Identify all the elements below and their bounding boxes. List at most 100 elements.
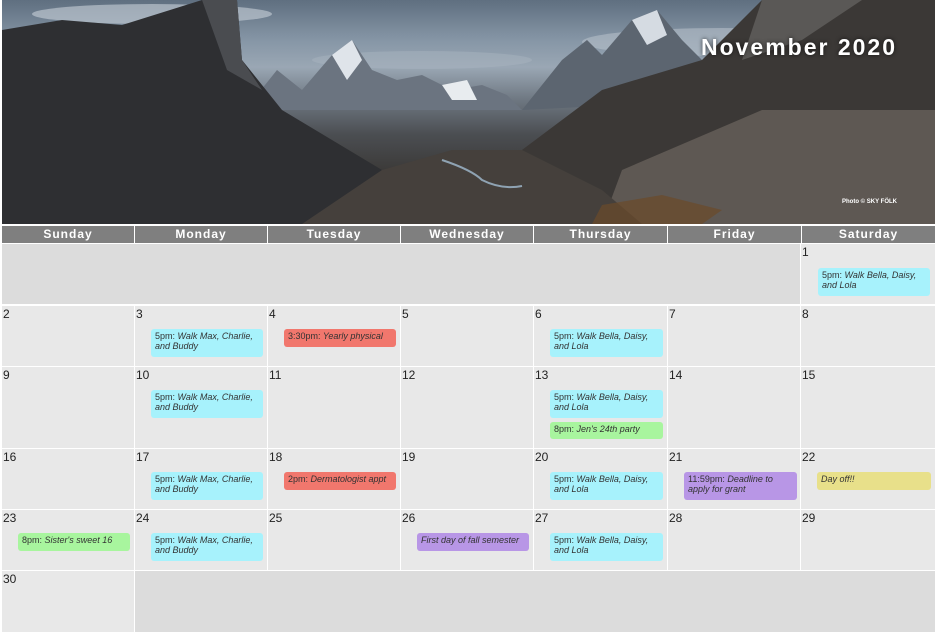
event-title: Sister's sweet 16	[42, 535, 113, 545]
day-cell[interactable]: 6 5pm: Walk Bella, Daisy, and Lola	[534, 306, 667, 366]
event-time: 8pm:	[22, 535, 43, 545]
day-cell[interactable]: 2	[2, 306, 134, 366]
event-title: Dermatologist appt	[308, 474, 387, 484]
event-time: 5pm:	[554, 392, 575, 402]
day-number: 3	[136, 307, 143, 321]
day-cell[interactable]: 22 Day off!!	[801, 449, 935, 509]
day-number: 15	[802, 368, 816, 382]
day-cell[interactable]: 19	[401, 449, 533, 509]
event-title: Jen's 24th party	[574, 424, 640, 434]
day-cell[interactable]: 27 5pm: Walk Bella, Daisy, and Lola	[534, 510, 667, 570]
event-chip[interactable]: 5pm: Walk Bella, Daisy, and Lola	[550, 472, 663, 500]
weekday-header-row: Sunday Monday Tuesday Wednesday Thursday…	[2, 226, 935, 243]
event-time: 5pm:	[554, 535, 575, 545]
event-chip[interactable]: 8pm: Jen's 24th party	[550, 422, 663, 439]
day-cell[interactable]: 28	[668, 510, 800, 570]
day-number: 2	[3, 307, 10, 321]
day-number: 14	[669, 368, 683, 382]
weekday-saturday: Saturday	[802, 226, 935, 243]
day-number: 13	[535, 368, 549, 382]
day-cell[interactable]: 12	[401, 367, 533, 448]
day-cell[interactable]: 21 11:59pm: Deadline to apply for grant	[668, 449, 800, 509]
empty-days-area	[135, 571, 935, 632]
month-title: November 2020	[700, 34, 897, 60]
day-number: 11	[269, 368, 282, 382]
event-time: 11:59pm:	[688, 474, 725, 484]
day-cell[interactable]: 29	[801, 510, 935, 570]
day-number: 28	[669, 511, 683, 525]
day-cell[interactable]: 25	[268, 510, 400, 570]
weekday-wednesday: Wednesday	[401, 226, 533, 243]
weekday-thursday: Thursday	[534, 226, 667, 243]
event-chip[interactable]: 5pm: Walk Max, Charlie, and Buddy	[151, 472, 263, 500]
weekday-tuesday: Tuesday	[268, 226, 400, 243]
day-cell[interactable]: 11	[268, 367, 400, 448]
day-cell[interactable]: 16	[2, 449, 134, 509]
event-time: 5pm:	[155, 474, 176, 484]
day-cell[interactable]: 24 5pm: Walk Max, Charlie, and Buddy	[135, 510, 267, 570]
event-time: 5pm:	[155, 331, 176, 341]
day-number: 1	[802, 245, 809, 259]
photo-credit: Photo © SKY FÖLK	[842, 199, 897, 205]
day-cell[interactable]: 20 5pm: Walk Bella, Daisy, and Lola	[534, 449, 667, 509]
day-number: 4	[269, 307, 276, 321]
day-number: 27	[535, 511, 549, 525]
day-cell[interactable]: 4 3:30pm: Yearly physical	[268, 306, 400, 366]
day-cell[interactable]: 30	[2, 571, 134, 632]
day-number: 8	[802, 307, 809, 321]
day-number: 5	[402, 307, 409, 321]
event-chip[interactable]: 5pm: Walk Bella, Daisy, and Lola	[818, 268, 930, 296]
day-number: 24	[136, 511, 150, 525]
event-time: 8pm:	[554, 424, 575, 434]
day-number: 12	[402, 368, 416, 382]
day-cell[interactable]: 3 5pm: Walk Max, Charlie, and Buddy	[135, 306, 267, 366]
event-time: 5pm:	[554, 474, 575, 484]
day-number: 21	[669, 450, 683, 464]
day-number: 23	[3, 511, 17, 525]
day-cell[interactable]: 18 2pm: Dermatologist appt	[268, 449, 400, 509]
day-number: 18	[269, 450, 283, 464]
day-number: 20	[535, 450, 549, 464]
weekday-monday: Monday	[135, 226, 267, 243]
event-chip[interactable]: 3:30pm: Yearly physical	[284, 329, 396, 347]
day-cell[interactable]: 13 5pm: Walk Bella, Daisy, and Lola 8pm:…	[534, 367, 667, 448]
event-time: 5pm:	[155, 535, 176, 545]
weekday-friday: Friday	[668, 226, 801, 243]
day-cell[interactable]: 14	[668, 367, 800, 448]
event-chip[interactable]: 5pm: Walk Max, Charlie, and Buddy	[151, 533, 263, 561]
day-number: 17	[136, 450, 150, 464]
day-number: 30	[3, 572, 17, 586]
day-cell[interactable]: 1 5pm: Walk Bella, Daisy, and Lola	[801, 244, 935, 304]
event-chip[interactable]: 5pm: Walk Bella, Daisy, and Lola	[550, 390, 663, 418]
event-chip[interactable]: 11:59pm: Deadline to apply for grant	[684, 472, 797, 500]
day-cell[interactable]: 23 8pm: Sister's sweet 16	[2, 510, 134, 570]
event-time: 3:30pm:	[288, 331, 321, 341]
day-number: 9	[3, 368, 10, 382]
event-title: First day of fall semester	[421, 535, 520, 545]
event-chip[interactable]: Day off!!	[817, 472, 931, 490]
day-cell[interactable]: 8	[801, 306, 935, 366]
day-cell[interactable]: 26 First day of fall semester	[401, 510, 533, 570]
weekday-sunday: Sunday	[2, 226, 134, 243]
day-cell[interactable]: 15	[801, 367, 935, 448]
day-cell[interactable]: 7	[668, 306, 800, 366]
event-chip[interactable]: 5pm: Walk Bella, Daisy, and Lola	[550, 533, 663, 561]
day-number: 10	[136, 368, 150, 382]
event-chip[interactable]: First day of fall semester	[417, 533, 529, 551]
day-cell[interactable]: 17 5pm: Walk Max, Charlie, and Buddy	[135, 449, 267, 509]
event-chip[interactable]: 8pm: Sister's sweet 16	[18, 533, 130, 551]
day-cell[interactable]: 9	[2, 367, 134, 448]
event-chip[interactable]: 5pm: Walk Max, Charlie, and Buddy	[151, 329, 263, 357]
event-title: Yearly physical	[320, 331, 383, 341]
day-number: 25	[269, 511, 283, 525]
day-number: 6	[535, 307, 542, 321]
event-chip[interactable]: 5pm: Walk Bella, Daisy, and Lola	[550, 329, 663, 357]
event-time: 5pm:	[554, 331, 575, 341]
day-cell[interactable]: 5	[401, 306, 533, 366]
event-chip[interactable]: 5pm: Walk Max, Charlie, and Buddy	[151, 390, 263, 418]
day-number: 7	[669, 307, 676, 321]
event-chip[interactable]: 2pm: Dermatologist appt	[284, 472, 396, 490]
empty-days-area	[2, 244, 800, 304]
day-number: 29	[802, 511, 816, 525]
day-cell[interactable]: 10 5pm: Walk Max, Charlie, and Buddy	[135, 367, 267, 448]
